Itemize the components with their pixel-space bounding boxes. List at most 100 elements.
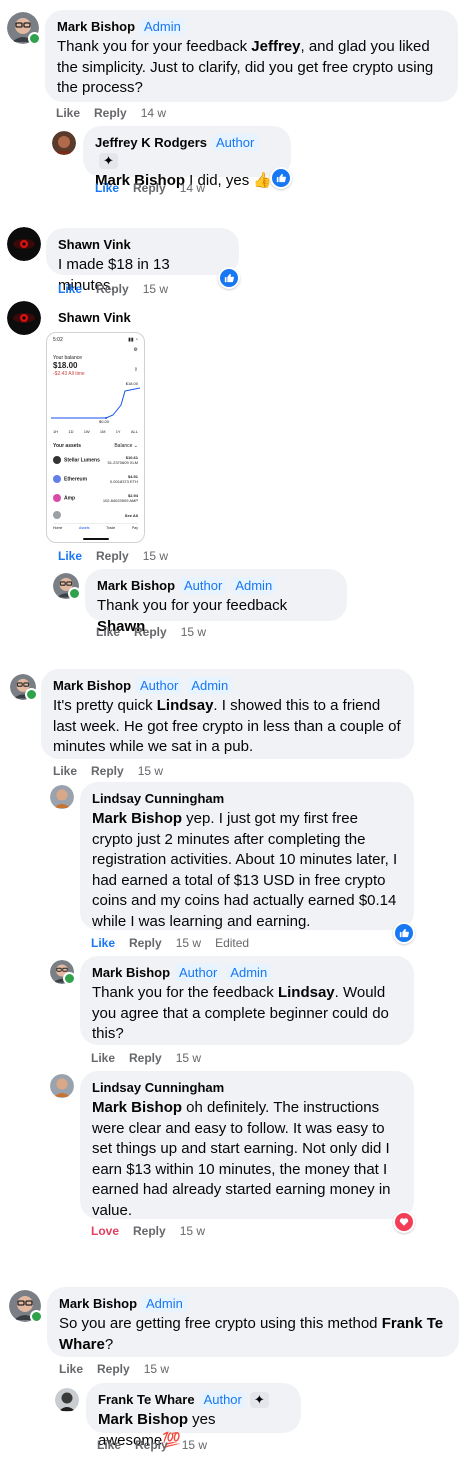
timestamp[interactable]: 15 w [138, 764, 163, 778]
share-icon: ⇪ [133, 367, 138, 373]
timestamp[interactable]: 15 w [180, 1224, 205, 1238]
like-link[interactable]: Like [53, 764, 77, 778]
timestamp[interactable]: 15 w [176, 936, 201, 950]
love-link[interactable]: Love [91, 1224, 119, 1238]
asset-row[interactable]: See All [53, 511, 138, 519]
range-tab[interactable]: 1M [100, 429, 106, 434]
mention[interactable]: Mark Bishop [98, 1411, 188, 1428]
like-link[interactable]: Like [59, 1362, 83, 1376]
avatar[interactable] [7, 12, 41, 45]
avatar[interactable] [7, 227, 41, 261]
love-reaction-icon[interactable] [393, 1211, 415, 1233]
avatar[interactable] [52, 131, 76, 155]
nav-assets[interactable]: Assets [79, 526, 90, 530]
like-link[interactable]: Like [58, 549, 82, 563]
comment-author[interactable]: Mark Bishop [59, 1296, 137, 1311]
avatar[interactable] [53, 573, 81, 600]
comment-author[interactable]: Jeffrey K Rodgers [95, 135, 207, 150]
like-reaction-icon[interactable] [270, 167, 292, 189]
comment-bubble: Mark Bishop Author Admin Thank you for you… [85, 569, 347, 635]
comment-author[interactable]: Mark Bishop [57, 19, 135, 34]
range-tab[interactable]: 1Y [116, 429, 121, 434]
like-link[interactable]: Like [95, 181, 119, 195]
comment-author[interactable]: Shawn Vink [58, 310, 131, 325]
avatar[interactable] [9, 1290, 43, 1323]
attached-screenshot[interactable]: 5:02 ▮▮ ◔ ⚙ Your balance $18.00 -$2.43 Al… [46, 332, 145, 543]
comment-bubble: Shawn Vink I made $18 in 13 minutes. [46, 228, 239, 294]
avatar[interactable] [50, 785, 74, 809]
range-tab[interactable]: 1W [84, 429, 90, 434]
avatar[interactable] [7, 301, 41, 335]
like-reaction-icon[interactable] [393, 922, 415, 944]
comment-author[interactable]: Lindsay Cunningham [92, 1080, 224, 1095]
reply-link[interactable]: Reply [133, 1224, 166, 1238]
nav-home[interactable]: Home [53, 526, 62, 530]
comment-text: So you are getting free crypto using thi… [59, 1315, 444, 1353]
mention[interactable]: Mark Bishop [92, 1099, 182, 1116]
range-tab[interactable]: 1D [68, 429, 73, 434]
like-link[interactable]: Like [96, 625, 120, 639]
timestamp[interactable]: 15 w [143, 282, 168, 296]
author-badge: Author [136, 677, 183, 695]
reply-link[interactable]: Reply [129, 1051, 162, 1065]
mention[interactable]: Mark Bishop [92, 810, 182, 827]
comment-author[interactable]: Mark Bishop [97, 578, 175, 593]
comment-bubble: Mark Bishop Author Admin Thank you for the… [80, 956, 414, 1045]
comment-actions: Like Reply 15 w [97, 1438, 221, 1452]
avatar[interactable] [50, 1074, 74, 1098]
asset-row[interactable]: Amp $2.94 102.84023909 AMP [53, 493, 138, 503]
nav-trade[interactable]: Trade [106, 526, 115, 530]
timestamp[interactable]: 15 w [181, 625, 206, 639]
range-tab[interactable]: ALL [131, 429, 138, 434]
edited-label[interactable]: Edited [215, 936, 249, 950]
reply-link[interactable]: Reply [135, 1438, 168, 1452]
reply-link[interactable]: Reply [96, 282, 129, 296]
reply-link[interactable]: Reply [91, 764, 124, 778]
range-tab[interactable]: 1H [53, 429, 58, 434]
balance-chart [51, 387, 140, 419]
timestamp[interactable]: 15 w [144, 1362, 169, 1376]
like-link[interactable]: Like [97, 1438, 121, 1452]
like-link[interactable]: Like [91, 1051, 115, 1065]
reply-link[interactable]: Reply [133, 181, 166, 195]
timestamp[interactable]: 14 w [180, 181, 205, 195]
timestamp[interactable]: 15 w [176, 1051, 201, 1065]
like-reaction-icon[interactable] [218, 267, 240, 289]
comment-author[interactable]: Frank Te Whare [98, 1392, 195, 1407]
avatar[interactable] [50, 960, 76, 985]
timestamp[interactable]: 15 w [182, 1438, 207, 1452]
comment-author[interactable]: Lindsay Cunningham [92, 791, 224, 806]
mention[interactable]: Lindsay [157, 697, 214, 714]
author-badge: Author [199, 1391, 246, 1409]
mention[interactable]: Jeffrey [251, 38, 300, 55]
avatar[interactable] [10, 674, 38, 701]
asset-row[interactable]: Stellar Lumens $10.61 51.2370609 XLM [53, 455, 138, 465]
comment-author[interactable]: Mark Bishop [53, 678, 131, 693]
avatar[interactable] [55, 1388, 79, 1412]
comment-actions: Like Reply 14 w [95, 181, 219, 195]
asset-row[interactable]: Ethereum $4.51 0.0018373 ETH [53, 474, 138, 484]
settings-icon: ⚙ [133, 347, 138, 353]
nav-pay[interactable]: Pay [132, 526, 138, 530]
like-link[interactable]: Like [56, 106, 80, 120]
timestamp[interactable]: 14 w [141, 106, 166, 120]
reply-link[interactable]: Reply [97, 1362, 130, 1376]
comment-actions: Like Reply 15 w [53, 764, 177, 778]
reply-link[interactable]: Reply [96, 549, 129, 563]
comment-actions: Like Reply 15 w [58, 549, 182, 563]
comment-author[interactable]: Shawn Vink [58, 237, 131, 252]
like-link[interactable]: Like [58, 282, 82, 296]
admin-badge: Admin [231, 577, 277, 595]
reply-link[interactable]: Reply [94, 106, 127, 120]
reply-link[interactable]: Reply [129, 936, 162, 950]
amp-coin-icon [53, 494, 61, 502]
assets-heading: Your assets [53, 443, 81, 449]
comment-actions: Like Reply 15 w [96, 625, 220, 639]
timestamp[interactable]: 15 w [143, 549, 168, 563]
comment-bubble: Lindsay Cunningham Mark Bishop oh defini… [80, 1071, 414, 1219]
sort-select[interactable]: Balance ⌄ [114, 443, 138, 449]
comment-author[interactable]: Mark Bishop [92, 965, 170, 980]
mention[interactable]: Lindsay [278, 984, 335, 1001]
reply-link[interactable]: Reply [134, 625, 167, 639]
like-link[interactable]: Like [91, 936, 115, 950]
